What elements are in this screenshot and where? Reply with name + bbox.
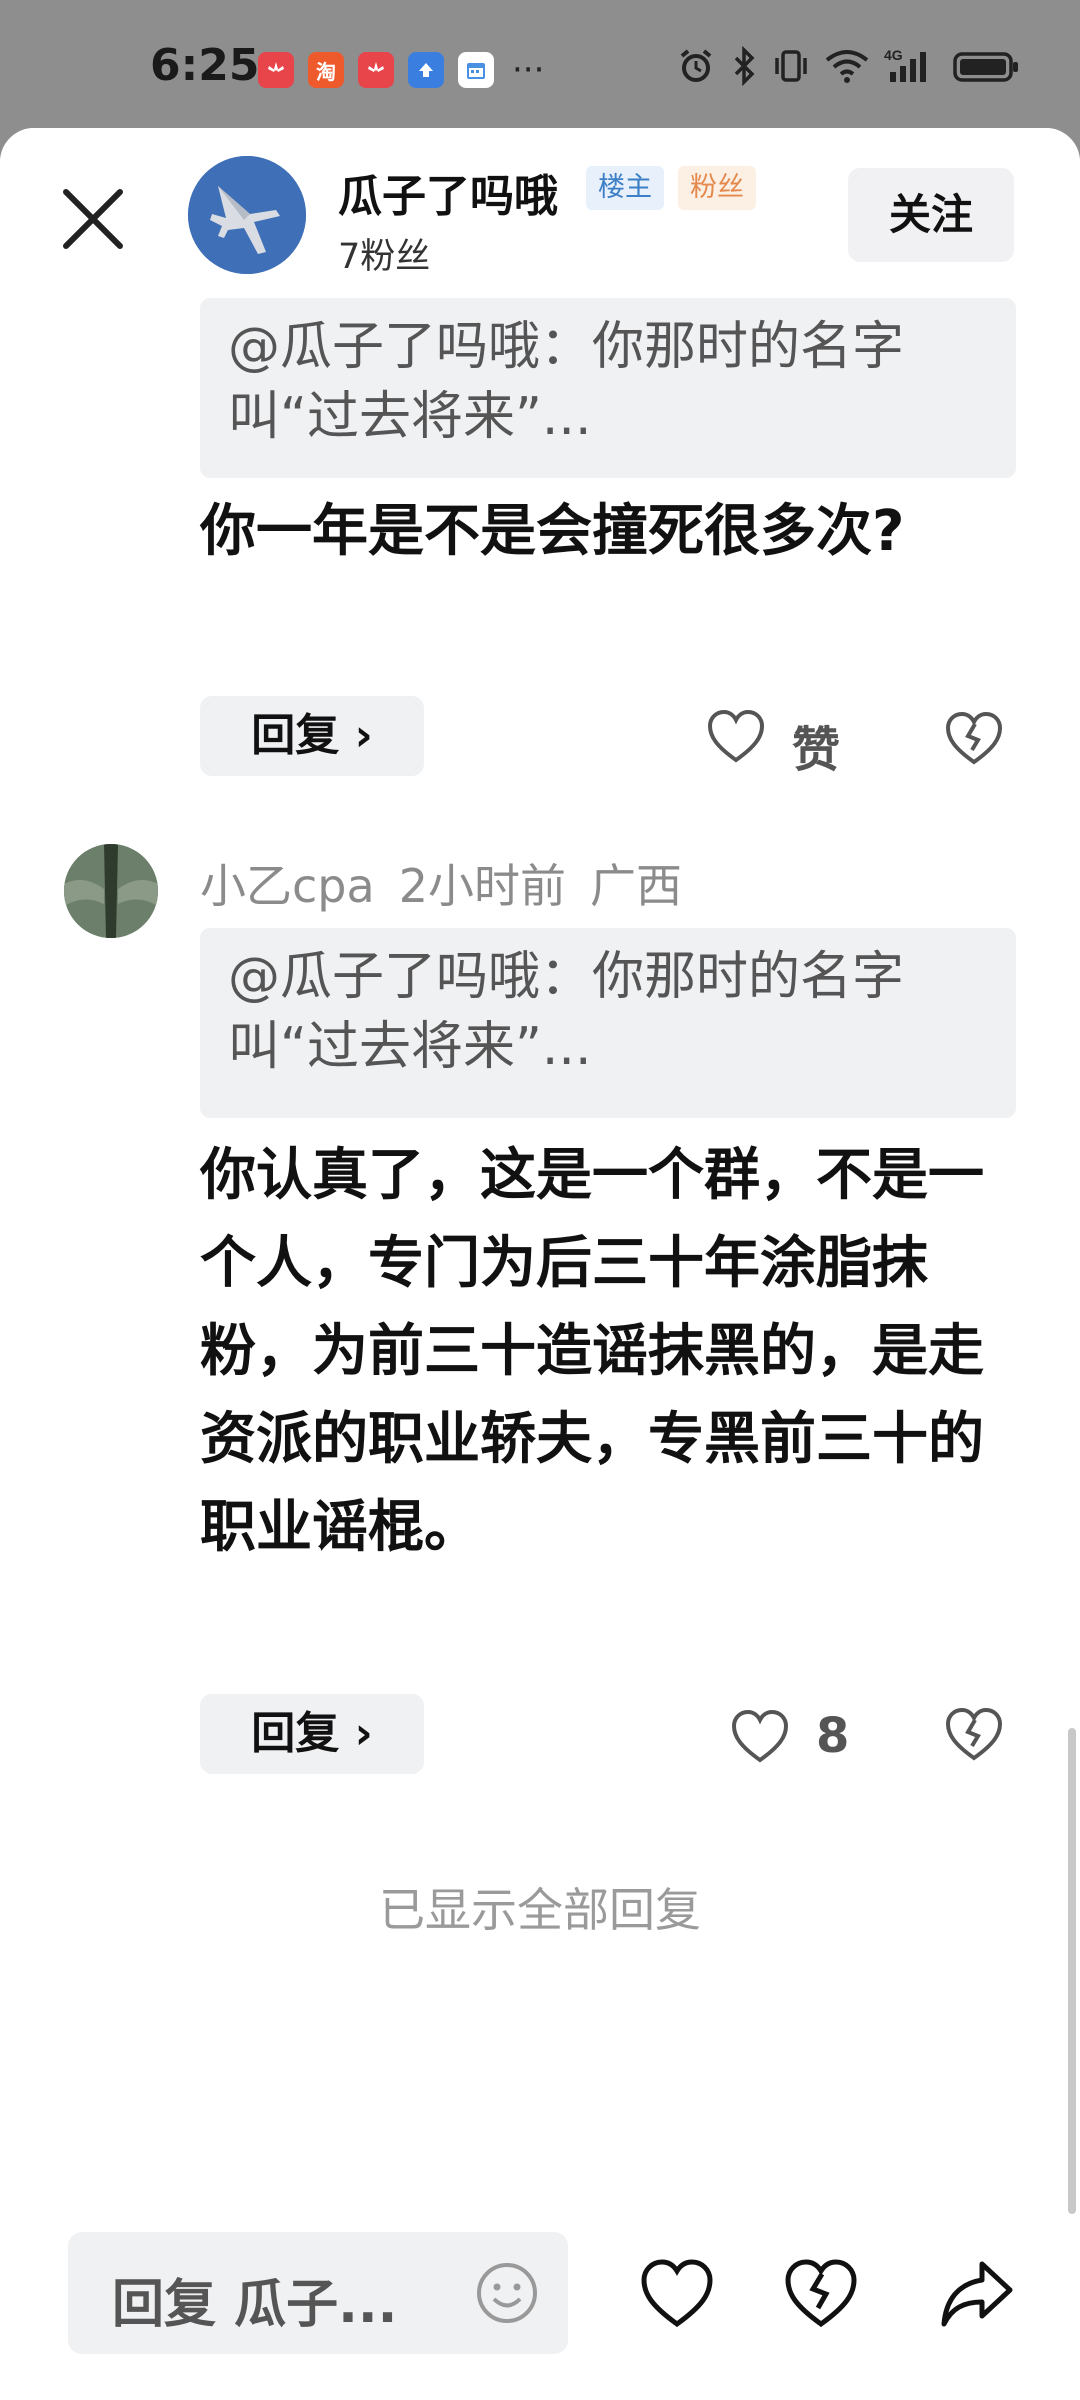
dislike-broken-heart-icon[interactable] — [942, 1704, 1006, 1764]
quoted-comment[interactable]: @瓜子了吗哦：你那时的名字叫“过去将来”... — [200, 928, 1016, 1118]
more-notifications-icon: ··· — [512, 50, 545, 90]
reply-input[interactable]: 回复 瓜子... — [68, 2232, 568, 2354]
wifi-icon — [825, 50, 869, 83]
huawei-app-icon — [358, 52, 394, 88]
host-badge: 楼主 — [586, 166, 664, 210]
reply-button[interactable]: 回复 › — [200, 1694, 424, 1774]
status-bar: 6:25 淘 ··· 4G — [0, 0, 1080, 130]
share-icon[interactable] — [938, 2256, 1016, 2332]
signal-4g-icon: 4G — [884, 47, 926, 82]
dislike-broken-heart-icon[interactable] — [942, 708, 1006, 768]
sheet-header: 瓜子了吗哦 楼主 粉丝 7粉丝 关注 — [0, 128, 1080, 298]
follow-button[interactable]: 关注 — [848, 168, 1014, 262]
taobao-app-icon: 淘 — [308, 52, 344, 88]
reply-location: 广西 — [589, 859, 682, 913]
like-label[interactable]: 赞 — [792, 710, 840, 780]
alarm-icon — [680, 49, 712, 82]
bluetooth-icon — [734, 46, 755, 86]
dislike-broken-heart-icon[interactable] — [782, 2256, 860, 2332]
reply-input-placeholder: 回复 瓜子... — [112, 2275, 398, 2335]
status-app-icons: 淘 ··· — [258, 52, 544, 88]
scrollbar[interactable] — [1068, 1728, 1076, 2214]
battery-icon — [953, 52, 1018, 82]
reply-username[interactable]: 小乙cpa — [200, 859, 375, 913]
avatar[interactable] — [64, 844, 158, 938]
like-heart-icon[interactable] — [638, 2256, 716, 2332]
emoji-icon[interactable] — [474, 2260, 540, 2326]
close-icon[interactable] — [58, 184, 128, 254]
upload-app-icon — [408, 52, 444, 88]
reply-content: 你认真了，这是一个群，不是一个人，专门为后三十年涂脂抹粉，为前三十造谣抹黑的，是… — [200, 1143, 984, 1560]
fan-badge: 粉丝 — [678, 166, 756, 210]
svg-text:4G: 4G — [884, 47, 903, 63]
like-heart-icon[interactable] — [730, 1708, 790, 1766]
reply-meta: 小乙cpa 2小时前 广西 — [200, 850, 706, 916]
reply-time: 2小时前 — [398, 859, 566, 913]
status-time: 6:25 — [150, 40, 260, 91]
all-replies-shown-label: 已显示全部回复 — [379, 1883, 701, 1937]
fighter-jet-avatar-icon — [188, 156, 306, 274]
poster-username[interactable]: 瓜子了吗哦 — [338, 160, 558, 224]
reply-sheet: 瓜子了吗哦 楼主 粉丝 7粉丝 关注 @瓜子了吗哦：你那时的名字叫“过去将来”.… — [0, 128, 1080, 2400]
like-heart-icon[interactable] — [706, 708, 766, 766]
avatar[interactable] — [188, 156, 306, 274]
vibrate-icon — [775, 50, 807, 82]
reply-content: 你一年是不是会撞死很多次? — [200, 499, 905, 564]
user-avatar-image — [64, 844, 158, 938]
status-indicators: 4G — [676, 46, 1020, 86]
huawei-app-icon — [258, 52, 294, 88]
like-count[interactable]: 8 — [816, 1708, 849, 1764]
fan-count: 7粉丝 — [338, 237, 431, 277]
calendar-app-icon — [458, 52, 494, 88]
reply-button[interactable]: 回复 › — [200, 696, 424, 776]
quoted-comment[interactable]: @瓜子了吗哦：你那时的名字叫“过去将来”... — [200, 298, 1016, 478]
